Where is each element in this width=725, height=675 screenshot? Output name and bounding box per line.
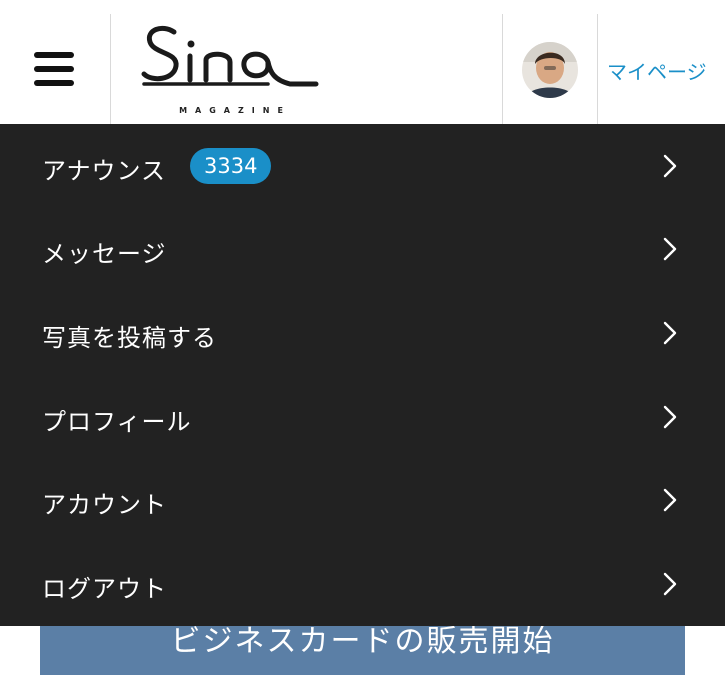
- chevron-right-icon: [663, 154, 677, 178]
- hamburger-bar: [34, 66, 74, 72]
- announce-count-badge: 3334: [190, 148, 272, 184]
- menu-item-label: アカウント: [42, 491, 167, 519]
- chevron-right-icon: [663, 488, 677, 512]
- hamburger-bar: [34, 52, 74, 58]
- header-divider: [110, 14, 111, 124]
- sinq-logo-mark: [141, 25, 319, 87]
- app-header: MAGAZINE マイページ: [0, 0, 725, 124]
- hamburger-menu-button[interactable]: [34, 52, 74, 86]
- header-divider: [502, 14, 503, 124]
- chevron-right-icon: [663, 321, 677, 345]
- site-logo[interactable]: MAGAZINE: [140, 22, 320, 122]
- menu-item-account[interactable]: アカウント: [0, 458, 725, 541]
- navigation-drawer: アナウンス 3334 メッセージ 写真を投稿する プロフィール アカウント ログ…: [0, 124, 725, 626]
- chevron-right-icon: [663, 572, 677, 596]
- chevron-right-icon: [663, 405, 677, 429]
- menu-item-profile[interactable]: プロフィール: [0, 375, 725, 458]
- menu-item-label: メッセージ: [42, 240, 167, 268]
- menu-item-messages[interactable]: メッセージ: [0, 207, 725, 290]
- avatar[interactable]: [522, 42, 578, 98]
- logo-subtitle: MAGAZINE: [179, 106, 291, 115]
- header-divider: [597, 14, 598, 124]
- menu-item-post-photo[interactable]: 写真を投稿する: [0, 291, 725, 374]
- menu-item-label: プロフィール: [42, 408, 192, 436]
- menu-item-label: アナウンス: [42, 157, 167, 185]
- menu-item-label: ログアウト: [42, 575, 167, 603]
- menu-item-logout[interactable]: ログアウト: [0, 542, 725, 625]
- hamburger-bar: [34, 80, 74, 86]
- mypage-link[interactable]: マイページ: [607, 56, 707, 85]
- menu-item-label: 写真を投稿する: [42, 324, 217, 352]
- menu-item-announce[interactable]: アナウンス 3334: [0, 124, 725, 207]
- chevron-right-icon: [663, 237, 677, 261]
- user-photo: [522, 42, 578, 98]
